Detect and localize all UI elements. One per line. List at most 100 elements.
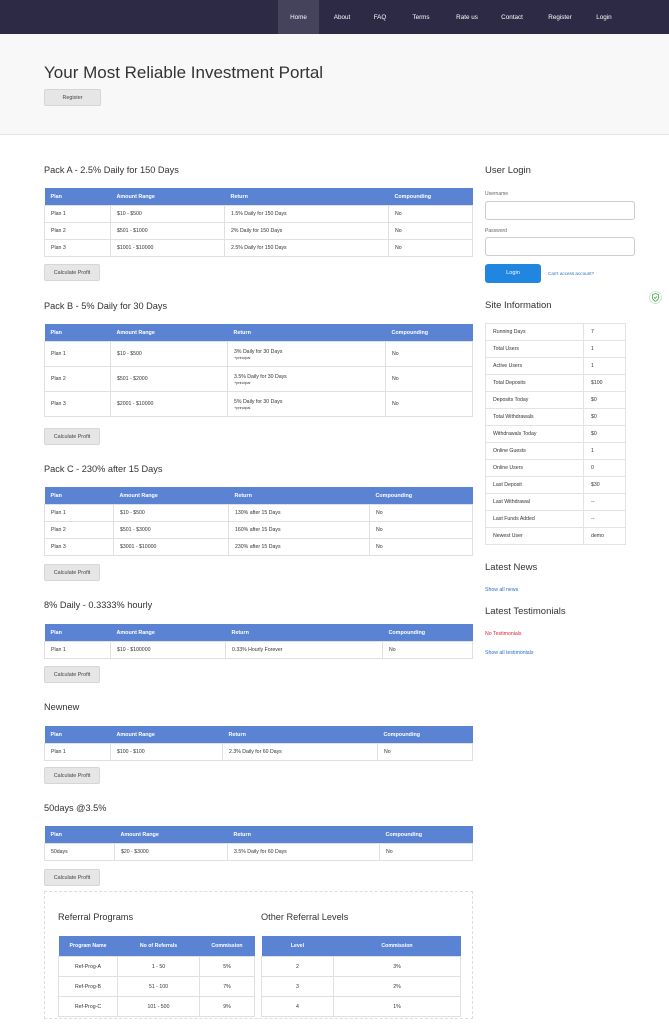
- cell-commission: 9%: [199, 996, 255, 1017]
- table-row: Active Users 1: [485, 357, 626, 375]
- cell-range: $10 - $100000: [110, 641, 226, 659]
- referral-programs-table: Program Name No of Referrals Commission …: [58, 936, 255, 1017]
- nav-contact[interactable]: Contact: [494, 0, 530, 34]
- cell-program: Ref-Prog-B: [58, 976, 118, 997]
- table-row: Newest User demo: [485, 527, 626, 545]
- table-row: Plan 3 $1001 - $10000 2.5% Daily for 150…: [44, 239, 473, 257]
- password-input[interactable]: [485, 237, 635, 256]
- nav-login[interactable]: Login: [588, 0, 620, 34]
- col-commission: Commission: [199, 936, 255, 957]
- col-plan: Plan: [44, 624, 111, 642]
- cell-return: 130% after 15 Days: [228, 504, 370, 522]
- other-referral-levels-title: Other Referral Levels: [261, 912, 349, 922]
- cell-compounding: No: [388, 239, 473, 257]
- info-value: demo: [583, 527, 626, 545]
- hero-section: Your Most Reliable Investment Portal Reg…: [0, 34, 669, 135]
- col-compounding: Compounding: [382, 624, 473, 642]
- cell-plan: Plan 1: [44, 504, 114, 522]
- cell-return: 5% Daily for 30 Days +principal: [227, 391, 386, 417]
- cell-compounding: No: [377, 743, 473, 761]
- cell-level: 4: [261, 996, 334, 1017]
- username-input[interactable]: [485, 201, 635, 220]
- calculate-profit-button[interactable]: Calculate Profit: [44, 767, 100, 784]
- cell-referrals: 101 - 500: [117, 996, 200, 1017]
- username-label: Username: [485, 191, 509, 197]
- cell-level: 3: [261, 976, 334, 997]
- cell-compounding: No: [385, 391, 473, 417]
- hero-register-button[interactable]: Register: [44, 89, 101, 106]
- latest-testimonials-title: Latest Testimonials: [485, 606, 566, 617]
- nav-terms[interactable]: Terms: [404, 0, 438, 34]
- shield-check-icon[interactable]: [649, 291, 662, 304]
- col-plan: Plan: [44, 324, 111, 342]
- cell-range: $10 - $500: [110, 205, 225, 223]
- cell-return: 2.5% Daily for 150 Days: [224, 239, 389, 257]
- cant-access-link[interactable]: Can't access account?: [548, 271, 594, 276]
- nav-rate-us[interactable]: Rate us: [447, 0, 487, 34]
- cell-return: 3.5% Daily for 60 Days: [227, 843, 380, 861]
- site-information-title: Site Information: [485, 300, 552, 311]
- nav-home[interactable]: Home: [278, 0, 319, 34]
- cell-range: $501 - $1000: [110, 222, 225, 240]
- info-value: $100: [583, 374, 626, 392]
- col-compounding: Compounding: [379, 826, 473, 844]
- user-login-title: User Login: [485, 165, 531, 176]
- cell-plan: Plan 3: [44, 538, 114, 556]
- cell-range: $3001 - $10000: [113, 538, 229, 556]
- col-return: Return: [228, 487, 370, 505]
- col-compounding: Compounding: [385, 324, 473, 342]
- calculate-profit-button[interactable]: Calculate Profit: [44, 869, 100, 886]
- table-row: Total Users 1: [485, 340, 626, 358]
- calculate-profit-button[interactable]: Calculate Profit: [44, 428, 100, 445]
- table-row: Plan 2 $501 - $1000 2% Daily for 150 Day…: [44, 222, 473, 240]
- cell-return: 2% Daily for 150 Days: [224, 222, 389, 240]
- return-text: 3.5% Daily for 30 Days: [234, 373, 287, 380]
- show-all-testimonials-link[interactable]: Show all testimonials: [485, 650, 533, 656]
- table-row: Plan 2 $501 - $2000 3.5% Daily for 30 Da…: [44, 366, 473, 392]
- col-amount-range: Amount Range: [110, 726, 223, 744]
- cell-compounding: No: [385, 366, 473, 392]
- cell-plan: Plan 3: [44, 239, 111, 257]
- col-level: Level: [261, 936, 334, 957]
- plan-title: Newnew: [44, 702, 80, 712]
- table-row: Plan 1 $10 - $500 130% after 15 Days No: [44, 504, 473, 522]
- top-navbar: Home About FAQ Terms Rate us Contact Reg…: [0, 0, 669, 34]
- cell-compounding: No: [369, 521, 473, 539]
- cell-commission: 3%: [333, 956, 461, 977]
- info-label: Online Guests: [485, 442, 584, 460]
- info-value: --: [583, 493, 626, 511]
- cell-compounding: No: [388, 222, 473, 240]
- nav-about[interactable]: About: [326, 0, 358, 34]
- cell-range: $10 - $500: [110, 341, 228, 367]
- login-button[interactable]: Login: [485, 264, 541, 283]
- cell-return: 3.5% Daily for 30 Days +principal: [227, 366, 386, 392]
- cell-compounding: No: [369, 504, 473, 522]
- return-note: +principal: [234, 405, 251, 410]
- nav-faq[interactable]: FAQ: [366, 0, 394, 34]
- col-plan: Plan: [44, 826, 115, 844]
- cell-range: $2001 - $10000: [110, 391, 228, 417]
- table-row: 2 3%: [261, 956, 461, 977]
- plan-table: Plan Amount Range Return Compounding Pla…: [44, 188, 473, 257]
- table-row: Last Deposit $30: [485, 476, 626, 494]
- return-note: +principal: [234, 380, 251, 385]
- cell-compounding: No: [379, 843, 473, 861]
- info-label: Last Deposit: [485, 476, 584, 494]
- table-row: Plan 1 $10 - $500 1.5% Daily for 150 Day…: [44, 205, 473, 223]
- calculate-profit-button[interactable]: Calculate Profit: [44, 564, 100, 581]
- cell-level: 2: [261, 956, 334, 977]
- password-label: Password: [485, 228, 507, 234]
- return-text: 5% Daily for 30 Days: [234, 398, 283, 405]
- cell-return: 3% Daily for 30 Days +principal: [227, 341, 386, 367]
- info-label: Online Users: [485, 459, 584, 477]
- calculate-profit-button[interactable]: Calculate Profit: [44, 666, 100, 683]
- cell-compounding: No: [369, 538, 473, 556]
- info-label: Newest User: [485, 527, 584, 545]
- cell-plan: Plan 2: [44, 366, 111, 392]
- show-all-news-link[interactable]: Show all news: [485, 587, 518, 593]
- cell-range: $501 - $3000: [113, 521, 229, 539]
- return-text: 3% Daily for 30 Days: [234, 348, 283, 355]
- table-row: Ref-Prog-A 1 - 50 5%: [58, 956, 255, 977]
- calculate-profit-button[interactable]: Calculate Profit: [44, 264, 100, 281]
- nav-register[interactable]: Register: [540, 0, 580, 34]
